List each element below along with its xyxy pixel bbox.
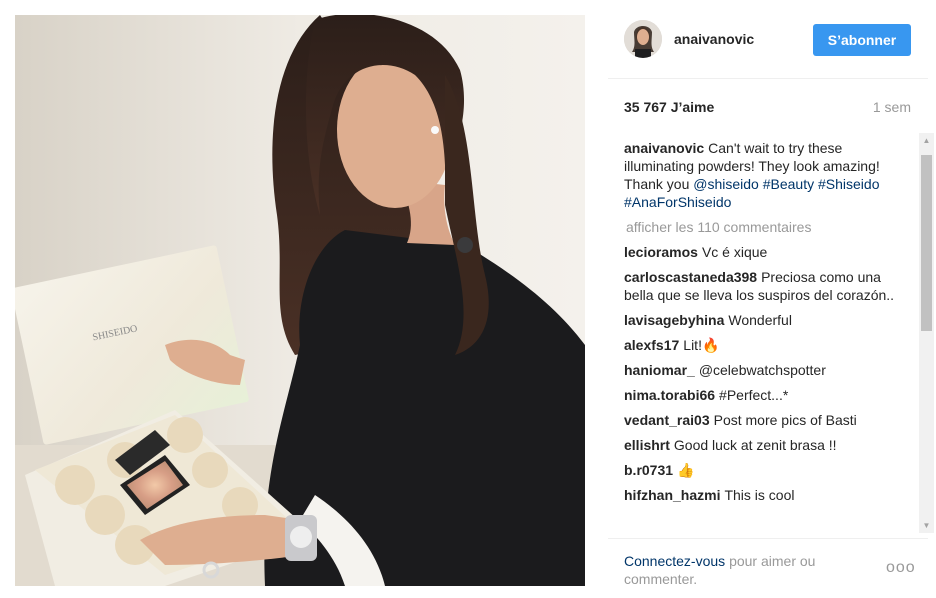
caption-hashtag[interactable]: #AnaForShiseido — [624, 194, 731, 210]
comment-item: hifzhan_hazmi This is cool — [624, 486, 912, 504]
comment-username[interactable]: carloscastaneda398 — [624, 269, 757, 285]
comment-text: Vc é xique — [701, 244, 768, 260]
comment-username[interactable]: alexfs17 — [624, 337, 679, 353]
comment-mention[interactable]: @celebwatchspotter — [699, 362, 826, 378]
comment-text: Good luck at zenit brasa !! — [673, 437, 837, 453]
comment-username[interactable]: nima.torabi66 — [624, 387, 715, 403]
comment-username[interactable]: hifzhan_hazmi — [624, 487, 720, 503]
comment-item: alexfs17 Lit!🔥 — [624, 336, 912, 354]
login-prompt: Connectez-vous pour aimer ou commenter. — [624, 552, 854, 588]
caption-hashtag[interactable]: #Beauty — [763, 176, 814, 192]
comment-text: Post more pics of Basti — [713, 412, 857, 428]
username-link[interactable]: anaivanovic — [674, 31, 754, 47]
scrollbar-thumb[interactable] — [921, 155, 932, 331]
comment-item: b.r0731 👍 — [624, 461, 912, 479]
like-count[interactable]: 35 767 J’aime — [624, 99, 714, 115]
comment-username[interactable]: ellishrt — [624, 437, 670, 453]
more-options-icon[interactable]: ooo — [886, 559, 916, 577]
comment-scrollbar[interactable]: ▲ ▼ — [919, 133, 934, 533]
follow-button[interactable]: S’abonner — [813, 24, 911, 56]
comment-text: 👍 — [677, 462, 695, 478]
post-photo[interactable]: SHISEIDO — [15, 15, 585, 586]
comment-item: haniomar_ @celebwatchspotter — [624, 361, 912, 379]
post-header: anaivanovic S’abonner — [608, 0, 928, 79]
scroll-down-icon[interactable]: ▼ — [919, 518, 934, 533]
caption-username[interactable]: anaivanovic — [624, 140, 704, 156]
comment-item: vedant_rai03 Post more pics of Basti — [624, 411, 912, 429]
comment-hashtag[interactable]: #Perfect...* — [719, 387, 788, 403]
instagram-post: SHISEIDO anaivanovic S’abonner 35 767 J’… — [0, 0, 936, 597]
avatar[interactable] — [624, 20, 662, 58]
comment-list[interactable]: anaivanovic Can't wait to try these illum… — [624, 139, 912, 537]
comment-text: This is cool — [724, 487, 795, 503]
post-stats: 35 767 J’aime 1 sem — [624, 99, 911, 119]
comment-username[interactable]: haniomar_ — [624, 362, 695, 378]
scroll-up-icon[interactable]: ▲ — [919, 133, 934, 148]
photo-illustration: SHISEIDO — [15, 15, 585, 586]
comment-item: ellishrt Good luck at zenit brasa !! — [624, 436, 912, 454]
comment-item: lecioramos Vc é xique — [624, 243, 912, 261]
post-footer: Connectez-vous pour aimer ou commenter. … — [608, 538, 928, 598]
comment-item: carloscastaneda398 Preciosa como una bell… — [624, 268, 912, 304]
avatar-image — [624, 20, 662, 58]
comment-username[interactable]: lecioramos — [624, 244, 698, 260]
comment-username[interactable]: b.r0731 — [624, 462, 673, 478]
comment-item: nima.torabi66 #Perfect...* — [624, 386, 912, 404]
comment-username[interactable]: vedant_rai03 — [624, 412, 710, 428]
login-link[interactable]: Connectez-vous — [624, 553, 725, 569]
comment-text: Wonderful — [728, 312, 792, 328]
view-all-comments-link[interactable]: afficher les 110 commentaires — [626, 218, 912, 236]
caption-hashtag[interactable]: #Shiseido — [818, 176, 880, 192]
comment-username[interactable]: lavisagebyhina — [624, 312, 724, 328]
comment-item: lavisagebyhina Wonderful — [624, 311, 912, 329]
caption: anaivanovic Can't wait to try these illum… — [624, 139, 912, 211]
caption-mention[interactable]: @shiseido — [693, 176, 759, 192]
comment-text: Lit!🔥 — [683, 337, 720, 353]
post-sidebar: anaivanovic S’abonner 35 767 J’aime 1 se… — [608, 0, 936, 597]
post-time[interactable]: 1 sem — [873, 99, 911, 115]
